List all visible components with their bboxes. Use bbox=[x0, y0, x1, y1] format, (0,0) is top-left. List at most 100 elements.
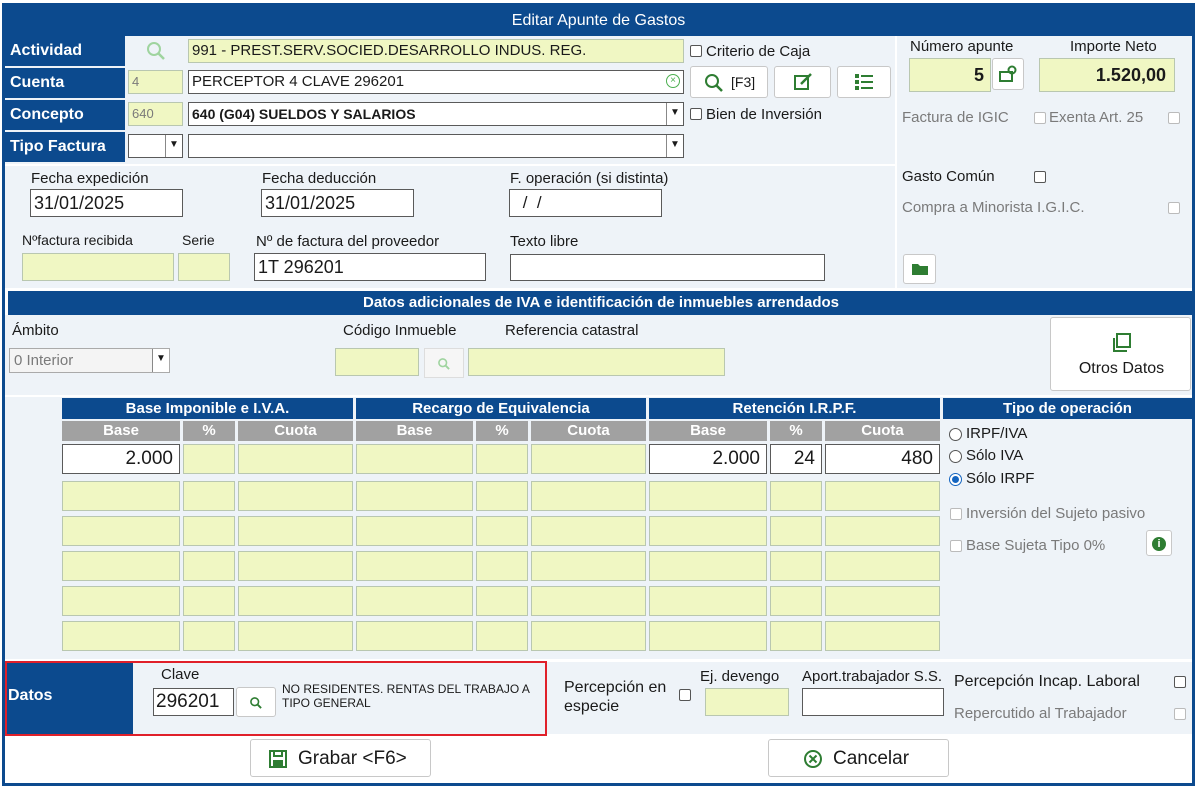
grid-cell[interactable] bbox=[356, 444, 473, 474]
grid-cell[interactable] bbox=[62, 481, 180, 511]
grid-cell[interactable] bbox=[825, 481, 940, 511]
grid-cell[interactable] bbox=[356, 516, 473, 546]
actividad-field[interactable]: 991 - PREST.SERV.SOCIED.DESARROLLO INDUS… bbox=[188, 39, 684, 63]
grid-cell[interactable] bbox=[531, 481, 646, 511]
grid-cell[interactable] bbox=[356, 481, 473, 511]
grid-cell[interactable] bbox=[183, 551, 235, 581]
grid-cell[interactable] bbox=[825, 516, 940, 546]
cuenta-search-f3-button[interactable]: [F3] bbox=[690, 66, 768, 98]
grid-cell[interactable] bbox=[649, 551, 767, 581]
fecha-deduccion-input[interactable]: 31/01/2025 bbox=[261, 189, 414, 217]
grid-cell[interactable]: 480 bbox=[825, 444, 940, 474]
grid-cell[interactable] bbox=[476, 551, 528, 581]
numero-apunte-field[interactable]: 5 bbox=[909, 58, 991, 92]
exenta-checkbox[interactable] bbox=[1168, 112, 1180, 124]
chevron-down-icon[interactable]: ▼ bbox=[165, 135, 182, 157]
inversion-checkbox[interactable] bbox=[950, 508, 962, 520]
grid-cell[interactable] bbox=[531, 586, 646, 616]
grid-cell[interactable] bbox=[770, 516, 822, 546]
grid-cell[interactable] bbox=[825, 586, 940, 616]
grid-cell[interactable] bbox=[62, 586, 180, 616]
nfactura-input[interactable] bbox=[22, 253, 174, 281]
grid-cell[interactable] bbox=[238, 551, 353, 581]
actividad-search-button[interactable] bbox=[128, 38, 184, 64]
fecha-expedicion-input[interactable]: 31/01/2025 bbox=[30, 189, 183, 217]
compra-minorista-checkbox[interactable] bbox=[1168, 202, 1180, 214]
grid-cell[interactable] bbox=[183, 586, 235, 616]
grid-cell[interactable] bbox=[356, 621, 473, 651]
list-button[interactable] bbox=[837, 66, 891, 98]
codigo-inmueble-input[interactable] bbox=[335, 348, 419, 376]
texto-libre-input[interactable] bbox=[510, 254, 825, 281]
grid-cell[interactable] bbox=[770, 621, 822, 651]
radio-solo-iva[interactable] bbox=[949, 450, 962, 463]
clave-search-button[interactable] bbox=[236, 687, 276, 717]
otros-datos-button[interactable]: Otros Datos bbox=[1050, 317, 1191, 391]
grid-cell[interactable] bbox=[183, 621, 235, 651]
incap-checkbox[interactable] bbox=[1174, 676, 1186, 688]
repercutido-checkbox[interactable] bbox=[1174, 708, 1186, 720]
grid-cell[interactable] bbox=[238, 481, 353, 511]
grid-cell[interactable] bbox=[770, 586, 822, 616]
bien-inversion-checkbox[interactable] bbox=[690, 108, 702, 120]
radio-solo-irpf[interactable] bbox=[949, 473, 962, 486]
info-button[interactable]: i bbox=[1146, 530, 1172, 556]
grid-cell[interactable] bbox=[649, 481, 767, 511]
edit-button[interactable] bbox=[774, 66, 831, 98]
grid-cell[interactable] bbox=[62, 551, 180, 581]
grid-cell[interactable] bbox=[476, 481, 528, 511]
factura-igic-checkbox[interactable] bbox=[1034, 112, 1046, 124]
grid-cell[interactable] bbox=[238, 444, 353, 474]
grabar-button[interactable]: Grabar <F6> bbox=[250, 739, 431, 777]
tipo-factura-select[interactable] bbox=[188, 134, 684, 158]
grid-cell[interactable] bbox=[649, 516, 767, 546]
grid-cell[interactable] bbox=[770, 551, 822, 581]
grid-cell[interactable] bbox=[183, 516, 235, 546]
codigo-inmueble-search-button[interactable] bbox=[424, 348, 464, 378]
grid-cell[interactable] bbox=[476, 621, 528, 651]
grid-cell[interactable] bbox=[531, 444, 646, 474]
grid-cell[interactable]: 24 bbox=[770, 444, 822, 474]
grid-cell[interactable] bbox=[649, 621, 767, 651]
numero-apunte-button[interactable] bbox=[992, 58, 1024, 90]
grid-cell[interactable] bbox=[183, 481, 235, 511]
nfactura-proveedor-input[interactable]: 1T 296201 bbox=[254, 253, 486, 281]
grid-cell[interactable] bbox=[356, 586, 473, 616]
grid-cell[interactable] bbox=[476, 516, 528, 546]
f-operacion-input[interactable]: / / bbox=[509, 189, 662, 217]
grid-cell[interactable] bbox=[356, 551, 473, 581]
folder-button[interactable] bbox=[903, 254, 936, 284]
cuenta-code-field[interactable]: 4 bbox=[128, 70, 183, 94]
chevron-down-icon[interactable]: ▼ bbox=[666, 103, 683, 125]
ej-devengo-input[interactable] bbox=[705, 688, 789, 716]
grid-cell[interactable]: 2.000 bbox=[649, 444, 767, 474]
chevron-down-icon[interactable]: ▼ bbox=[152, 349, 169, 372]
grid-cell[interactable] bbox=[238, 516, 353, 546]
percepcion-especie-checkbox[interactable] bbox=[679, 689, 691, 701]
aport-input[interactable] bbox=[802, 688, 944, 716]
grid-cell[interactable] bbox=[183, 444, 235, 474]
clave-input[interactable]: 296201 bbox=[153, 688, 234, 716]
grid-cell[interactable] bbox=[476, 444, 528, 474]
grid-cell[interactable] bbox=[825, 551, 940, 581]
concepto-code-field[interactable]: 640 bbox=[128, 102, 183, 126]
grid-cell[interactable] bbox=[476, 586, 528, 616]
grid-cell[interactable] bbox=[825, 621, 940, 651]
grid-cell[interactable]: 2.000 bbox=[62, 444, 180, 474]
grid-cell[interactable] bbox=[531, 551, 646, 581]
criterio-caja-checkbox[interactable] bbox=[690, 45, 702, 57]
chevron-down-icon[interactable]: ▼ bbox=[666, 135, 683, 157]
importe-neto-field[interactable]: 1.520,00 bbox=[1039, 58, 1175, 92]
clear-icon[interactable]: × bbox=[666, 74, 680, 88]
grid-cell[interactable] bbox=[649, 586, 767, 616]
radio-irpf-iva[interactable] bbox=[949, 428, 962, 441]
concepto-select[interactable]: 640 (G04) SUELDOS Y SALARIOS bbox=[188, 102, 684, 126]
referencia-catastral-input[interactable] bbox=[468, 348, 725, 376]
cancelar-button[interactable]: Cancelar bbox=[768, 739, 949, 777]
grid-cell[interactable] bbox=[531, 516, 646, 546]
grid-cell[interactable] bbox=[62, 516, 180, 546]
grid-cell[interactable] bbox=[238, 621, 353, 651]
ambito-select[interactable]: 0 Interior bbox=[9, 348, 170, 373]
grid-cell[interactable] bbox=[531, 621, 646, 651]
grid-cell[interactable] bbox=[238, 586, 353, 616]
